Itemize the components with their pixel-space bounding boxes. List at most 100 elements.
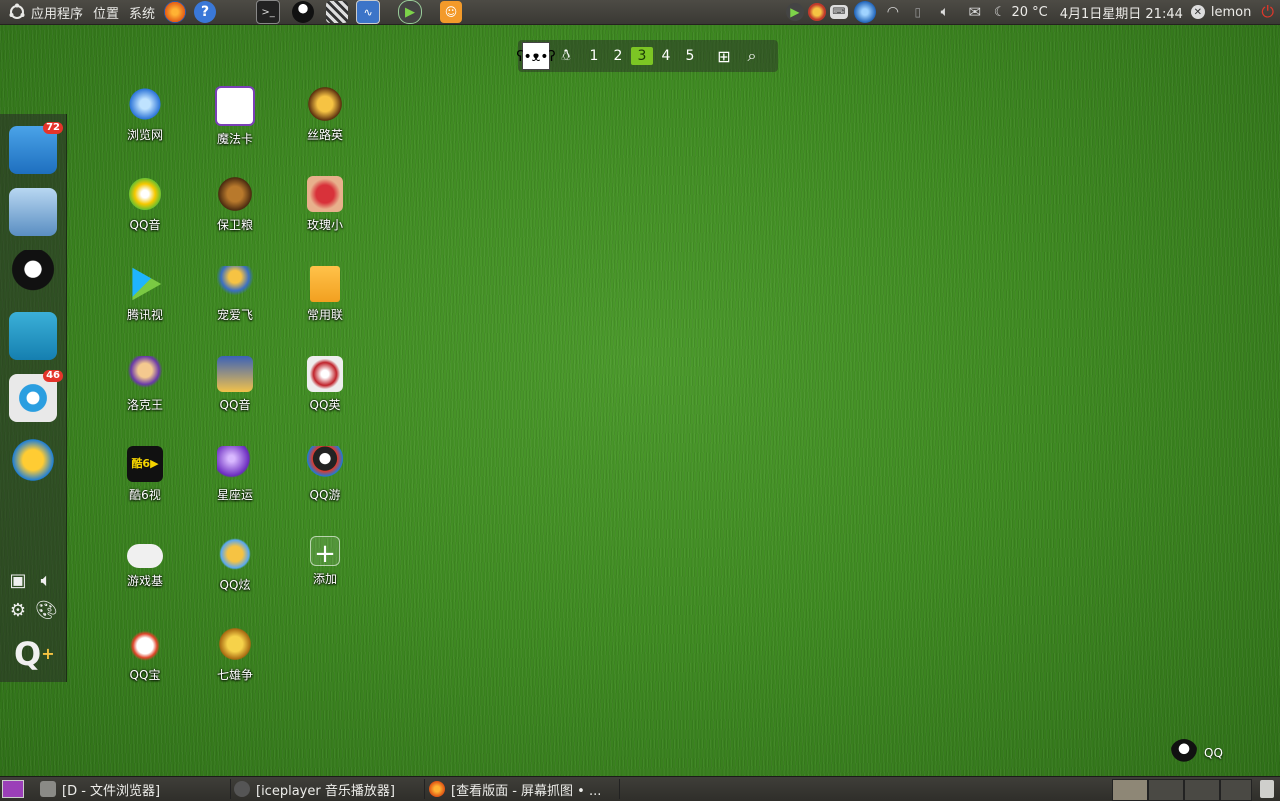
power-icon[interactable]: ⏻ xyxy=(1261,2,1274,22)
task-file-browser[interactable]: [D - 文件浏览器] xyxy=(36,779,231,799)
qq-widget-label: QQ xyxy=(1204,746,1223,760)
desktop-icon-defend-grain[interactable]: 保卫粮 xyxy=(200,176,270,256)
panda-avatar-icon[interactable]: ʕ•ᴥ•ʔ xyxy=(516,42,556,70)
media-play-tray-icon[interactable]: ▶ xyxy=(785,3,804,21)
desktop-icon-silk-road[interactable]: 丝路英 xyxy=(290,86,360,166)
desktop-icon-qq-show[interactable]: QQ炫 xyxy=(200,536,270,616)
search-app-icon[interactable] xyxy=(9,312,57,360)
seven-heroes-icon xyxy=(217,626,253,662)
trash-icon[interactable] xyxy=(1260,780,1274,798)
workspace-switcher: ʕ•ᴥ•ʔ 🐧︎ 1 2 3 4 5 ⊞ ⌕ xyxy=(516,40,778,72)
volume-dock-icon[interactable]: 🔈︎ xyxy=(35,570,57,592)
system-monitor-icon[interactable]: ∿ xyxy=(356,0,381,24)
app-panel-icon[interactable]: ▣ xyxy=(7,570,29,592)
wifi-icon[interactable]: ◠ xyxy=(884,1,902,23)
cloud-drive-icon[interactable] xyxy=(9,188,57,236)
ku6-video-icon: 酷6▶ xyxy=(127,446,163,482)
tencent-video-icon xyxy=(132,267,162,301)
mail-icon[interactable]: ✉ xyxy=(964,1,986,23)
icon-label: 保卫粮 xyxy=(216,218,253,232)
clapperboard-icon[interactable] xyxy=(326,1,349,23)
qq-game-icon xyxy=(307,446,343,482)
ubuntu-logo-icon[interactable] xyxy=(8,0,26,24)
qzone-icon[interactable] xyxy=(9,436,57,484)
menu-places[interactable]: 位置 xyxy=(88,3,124,22)
gamepad-icon xyxy=(127,544,163,568)
terminal-icon[interactable]: >_ xyxy=(256,0,281,24)
battery-icon[interactable]: ▯ xyxy=(910,1,926,23)
keyboard-icon[interactable]: ⌨ xyxy=(829,5,848,19)
task-iceplayer[interactable]: [iceplayer 音乐播放器] xyxy=(230,779,425,799)
user-name[interactable]: lemon xyxy=(1205,5,1257,20)
workspace-4[interactable]: 4 xyxy=(655,47,677,65)
desktop-icon-qq-game[interactable]: QQ游 xyxy=(290,446,360,526)
desktop-icon-magic-card[interactable]: 魔法卡 xyxy=(200,86,270,166)
icon-label: 腾讯视 xyxy=(126,308,163,322)
icon-label: 洛克王 xyxy=(126,398,163,412)
desktop-icon-game-base[interactable]: 游戏基 xyxy=(110,536,180,616)
pet-fly-icon xyxy=(217,266,253,302)
task-screenshot-viewer[interactable]: [查看版面 - 屏幕抓图 • ... xyxy=(425,779,620,799)
qplus-logo-icon[interactable]: Q+ xyxy=(14,636,55,672)
clock-datetime[interactable]: 4月1日星期日 21:44 xyxy=(1054,3,1189,22)
firefox-task-icon xyxy=(429,781,445,797)
desktop-icon-tencent-video[interactable]: 腾讯视 xyxy=(110,266,180,346)
desktop-icon-qq-music-dance[interactable]: QQ音 xyxy=(200,356,270,436)
firefox-icon[interactable] xyxy=(164,1,187,23)
settings-gear-icon[interactable]: ⚙ xyxy=(7,600,29,622)
help-icon[interactable]: ? xyxy=(194,1,217,23)
top-panel: 应用程序 位置 系统 ? >_ ∿ ▶ ☺ ▶ ⌨ ◠ ▯ 🔈︎ ✉ ☾ 20 … xyxy=(0,0,1280,25)
desktop-icon-add[interactable]: + 添加 xyxy=(290,536,360,616)
desktop-icon-pet-fly[interactable]: 宠爱飞 xyxy=(200,266,270,346)
linux-penguin-icon[interactable]: 🐧︎ xyxy=(556,46,576,66)
store-badge: 72 xyxy=(43,122,63,134)
workspace-mini-3[interactable] xyxy=(1184,779,1220,801)
qq-penguin-icon[interactable] xyxy=(292,1,315,23)
qq-floating-widget[interactable]: QQ xyxy=(1170,735,1270,771)
weather-temperature[interactable]: 20 °C xyxy=(1005,5,1053,20)
workspace-mini-4[interactable] xyxy=(1220,779,1252,801)
qq-tray-icon[interactable] xyxy=(807,3,826,21)
desktop-icon-browse-web[interactable]: 浏览网 xyxy=(110,86,180,166)
desktop-icon-seven-heroes[interactable]: 七雄争 xyxy=(200,626,270,706)
show-desktop-icon[interactable] xyxy=(2,780,24,798)
qq-hero-icon xyxy=(307,356,343,392)
globe-icon[interactable] xyxy=(853,1,876,23)
desktop-icon-qq-music[interactable]: QQ音 xyxy=(110,176,180,256)
task-label: [iceplayer 音乐播放器] xyxy=(256,783,395,799)
desktop-icon-ku6-video[interactable]: 酷6▶ 酷6视 xyxy=(110,446,180,526)
folder-task-icon xyxy=(40,781,56,797)
desktop-icon-roco-kingdom[interactable]: 洛克王 xyxy=(110,356,180,436)
workspace-3[interactable]: 3 xyxy=(631,47,653,65)
icon-label: 常用联 xyxy=(306,308,343,322)
menu-system[interactable]: 系统 xyxy=(124,3,160,22)
desktop-icon-qq-hero[interactable]: QQ英 xyxy=(290,356,360,436)
qq-penguin-dock-icon[interactable] xyxy=(9,250,57,298)
icon-label: 丝路英 xyxy=(306,128,343,142)
app-store-icon[interactable]: 72 xyxy=(9,122,63,174)
desktop-icon-horoscope[interactable]: 星座运 xyxy=(200,446,270,526)
chat-icon[interactable]: ☺ xyxy=(440,1,463,23)
theme-palette-icon[interactable]: 🎨︎ xyxy=(35,600,58,622)
desktop-icon-qq-pet[interactable]: QQ宝 xyxy=(110,626,180,706)
workspace-1[interactable]: 1 xyxy=(583,47,605,65)
volume-icon[interactable]: 🔈︎ xyxy=(934,1,956,23)
desktop-icon-rose[interactable]: 玫瑰小 xyxy=(290,176,360,256)
menu-applications[interactable]: 应用程序 xyxy=(26,3,88,22)
browser-app-icon[interactable]: 46 xyxy=(9,370,63,422)
bottom-taskbar: [D - 文件浏览器] [iceplayer 音乐播放器] [查看版面 - 屏幕… xyxy=(0,776,1280,801)
desktop-icon-common-links[interactable]: 常用联 xyxy=(290,266,360,346)
silk-road-icon xyxy=(307,86,343,122)
workspace-2[interactable]: 2 xyxy=(607,47,629,65)
icon-label: 宠爱飞 xyxy=(216,308,253,322)
grid-view-icon[interactable]: ⊞ xyxy=(714,46,734,66)
workspace-mini-1[interactable] xyxy=(1112,779,1148,801)
workspace-5[interactable]: 5 xyxy=(679,47,701,65)
crystal-ball-icon xyxy=(217,446,253,482)
workspace-mini-2[interactable] xyxy=(1148,779,1184,801)
qq-dance-icon xyxy=(217,356,253,392)
iceplayer-task-icon xyxy=(234,781,250,797)
media-play-icon[interactable]: ▶ xyxy=(398,0,423,24)
search-icon[interactable]: ⌕ xyxy=(742,46,762,66)
ie-globe-icon xyxy=(127,86,163,122)
